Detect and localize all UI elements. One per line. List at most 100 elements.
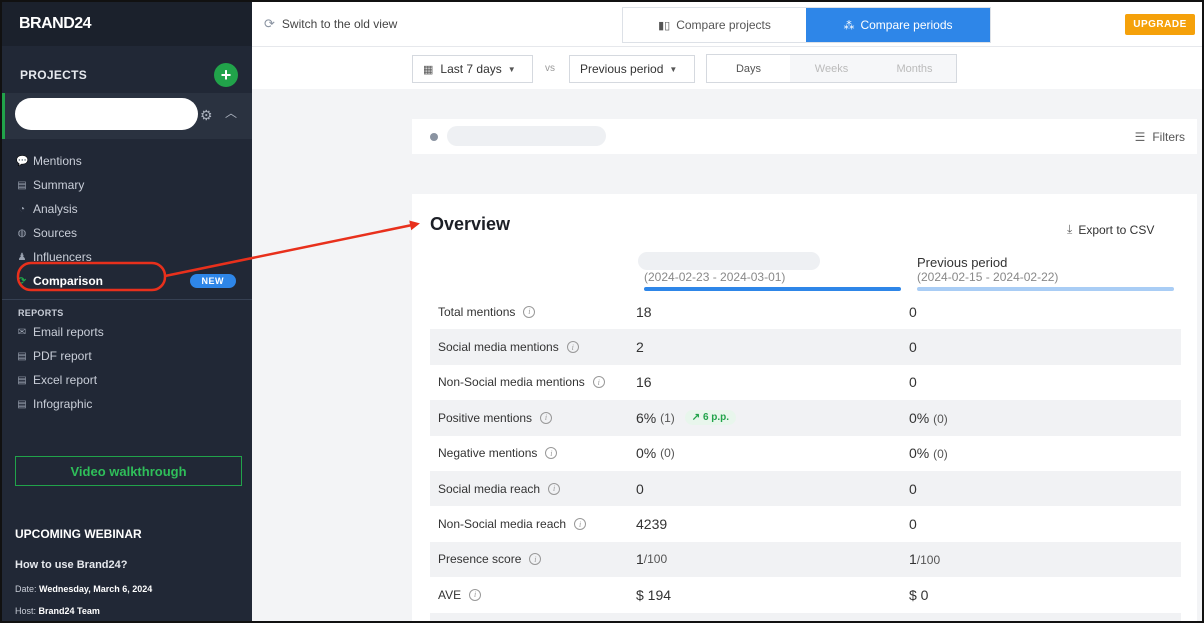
- previous-value: 0: [909, 480, 917, 497]
- value-scale: /100: [643, 552, 668, 567]
- sidebar-item-label: Infographic: [33, 397, 93, 411]
- sidebar-item-label: Influencers: [33, 250, 92, 264]
- sidebar-item-analysis[interactable]: ◔ Analysis: [2, 197, 252, 221]
- add-project-button[interactable]: +: [214, 63, 238, 87]
- refresh-icon: ⟳: [264, 16, 275, 31]
- sidebar-item-label: Analysis: [33, 202, 78, 216]
- sidebar: BRAND24 PROJECTS + ⚙ ︿ 💬 Mentions ▤ Summ…: [2, 2, 252, 621]
- filters-button[interactable]: ☰ Filters: [1135, 130, 1185, 144]
- current-period-bar: [644, 287, 901, 291]
- current-value: 1/100: [636, 551, 909, 567]
- info-icon[interactable]: i: [469, 588, 482, 601]
- switch-old-view-link[interactable]: ⟳ Switch to the old view: [264, 16, 397, 32]
- projects-icon: ▮▯: [658, 19, 671, 32]
- sidebar-item-influencers[interactable]: ♟ Influencers: [2, 245, 252, 269]
- info-icon[interactable]: i: [548, 482, 561, 495]
- webinar-date: Date: Wednesday, March 6, 2024: [15, 584, 152, 594]
- granularity-weeks[interactable]: Weeks: [790, 55, 873, 82]
- sidebar-item-label: Excel report: [33, 373, 98, 387]
- table-row: [430, 612, 1181, 621]
- current-value: 6% (1) ↗ 6 p.p.: [636, 410, 909, 426]
- info-icon[interactable]: i: [540, 411, 553, 424]
- info-icon[interactable]: i: [523, 305, 536, 318]
- row-label-text: Presence score: [438, 552, 522, 567]
- value-count: (0): [933, 411, 948, 426]
- sidebar-item-excel-report[interactable]: ▤ Excel report: [2, 368, 252, 392]
- row-label: Total mentions i: [430, 305, 636, 319]
- row-label: Social media reach i: [430, 482, 636, 496]
- compare-period-dropdown[interactable]: Previous period ▼: [569, 55, 695, 83]
- webinar-section-title: UPCOMING WEBINAR: [15, 527, 142, 541]
- table-row: Presence score i 1/100 1/100: [430, 541, 1181, 578]
- current-period-dates: (2024-02-23 - 2024-03-01): [644, 270, 786, 284]
- sidebar-item-label: PDF report: [33, 349, 92, 363]
- chevron-up-icon[interactable]: ︿: [225, 104, 237, 121]
- chat-icon: 💬: [16, 155, 29, 167]
- value-main: 6%: [636, 409, 657, 426]
- value-main: 0%: [909, 445, 930, 462]
- trend-badge: ↗ 6 p.p.: [684, 410, 737, 426]
- pie-chart-icon: ◔: [18, 203, 26, 215]
- info-icon[interactable]: i: [574, 518, 587, 531]
- compare-period-value: Previous period: [580, 62, 664, 76]
- value-scale: /100: [916, 553, 941, 568]
- row-label-text: Total mentions: [438, 304, 516, 319]
- table-row: AVE i $ 194 $ 0: [430, 577, 1181, 612]
- info-icon[interactable]: i: [592, 376, 605, 389]
- overview-table: Total mentions i 18 0 Social media mentio…: [430, 294, 1181, 621]
- upgrade-button[interactable]: UPGRADE: [1125, 14, 1195, 35]
- row-label-text: Non-Social media reach: [438, 517, 567, 532]
- table-row: Social media mentions i 2 0: [430, 329, 1181, 365]
- sidebar-item-sources[interactable]: ◍ Sources: [2, 221, 252, 245]
- sidebar-item-mentions[interactable]: 💬 Mentions: [2, 149, 252, 173]
- sidebar-item-comparison[interactable]: ⟳ Comparison NEW: [2, 269, 252, 293]
- previous-period-dates: (2024-02-15 - 2024-02-22): [917, 270, 1059, 284]
- value-count: (0): [933, 447, 948, 462]
- granularity-months[interactable]: Months: [873, 55, 956, 82]
- video-walkthrough-button[interactable]: Video walkthrough: [15, 456, 242, 486]
- tab-label: Compare periods: [860, 18, 953, 32]
- sidebar-divider: [2, 299, 252, 300]
- date-range-dropdown[interactable]: ▦ Last 7 days ▼: [412, 55, 533, 83]
- row-label-text: Social media mentions: [438, 340, 559, 355]
- row-label-text: Non-Social media mentions: [438, 375, 585, 390]
- webinar-name[interactable]: How to use Brand24?: [15, 559, 127, 571]
- sidebar-item-email-reports[interactable]: ✉ Email reports: [2, 320, 252, 344]
- table-row: Social media reach i 0 0: [430, 470, 1181, 507]
- current-value: 16: [636, 374, 652, 391]
- row-label: Non-Social media reach i: [430, 517, 636, 531]
- sidebar-item-summary[interactable]: ▤ Summary: [2, 173, 252, 197]
- granularity-days[interactable]: Days: [707, 55, 790, 82]
- main-content: ▦ Last 7 days ▼ vs Previous period ▼ Day…: [252, 48, 1202, 621]
- previous-value: 0: [909, 516, 917, 533]
- overview-card: Overview ⤓ Export to CSV (2024-02-23 - 2…: [412, 194, 1197, 621]
- caret-down-icon: ▼: [669, 64, 678, 74]
- tab-compare-projects[interactable]: ▮▯ Compare projects: [623, 8, 806, 42]
- info-icon[interactable]: i: [545, 447, 558, 460]
- sidebar-item-label: Sources: [33, 226, 78, 240]
- value-main: 1: [636, 551, 644, 568]
- gear-icon[interactable]: ⚙: [200, 107, 213, 124]
- table-row: Non-Social media reach i 4239 0: [430, 506, 1181, 541]
- current-value: 2: [636, 339, 644, 356]
- webinar-date-value: Wednesday, March 6, 2024: [39, 584, 153, 594]
- sidebar-item-pdf-report[interactable]: ▤ PDF report: [2, 344, 252, 368]
- projects-header: PROJECTS +: [2, 63, 252, 87]
- row-label: Positive mentions i: [430, 411, 636, 425]
- info-icon[interactable]: i: [529, 553, 542, 566]
- tab-compare-periods[interactable]: ⁂ Compare periods: [806, 8, 990, 42]
- table-row: Total mentions i 18 0: [430, 294, 1181, 329]
- switch-old-view-label: Switch to the old view: [281, 17, 398, 31]
- brand-logo[interactable]: BRAND24: [19, 15, 92, 33]
- current-value: 0% (0): [636, 445, 909, 461]
- webinar-host-value: Brand24 Team: [38, 606, 100, 616]
- export-csv-button[interactable]: ⤓ Export to CSV: [1067, 222, 1154, 237]
- value-count: (1): [660, 410, 675, 425]
- sidebar-item-label: Summary: [33, 178, 85, 192]
- current-value: 0: [636, 480, 644, 497]
- value-main: 1: [909, 551, 917, 568]
- project-item[interactable]: ⚙ ︿: [2, 93, 252, 139]
- info-icon[interactable]: i: [566, 341, 579, 354]
- sidebar-item-infographic[interactable]: ▤ Infographic: [2, 392, 252, 416]
- sliders-icon: ☰: [1134, 130, 1146, 144]
